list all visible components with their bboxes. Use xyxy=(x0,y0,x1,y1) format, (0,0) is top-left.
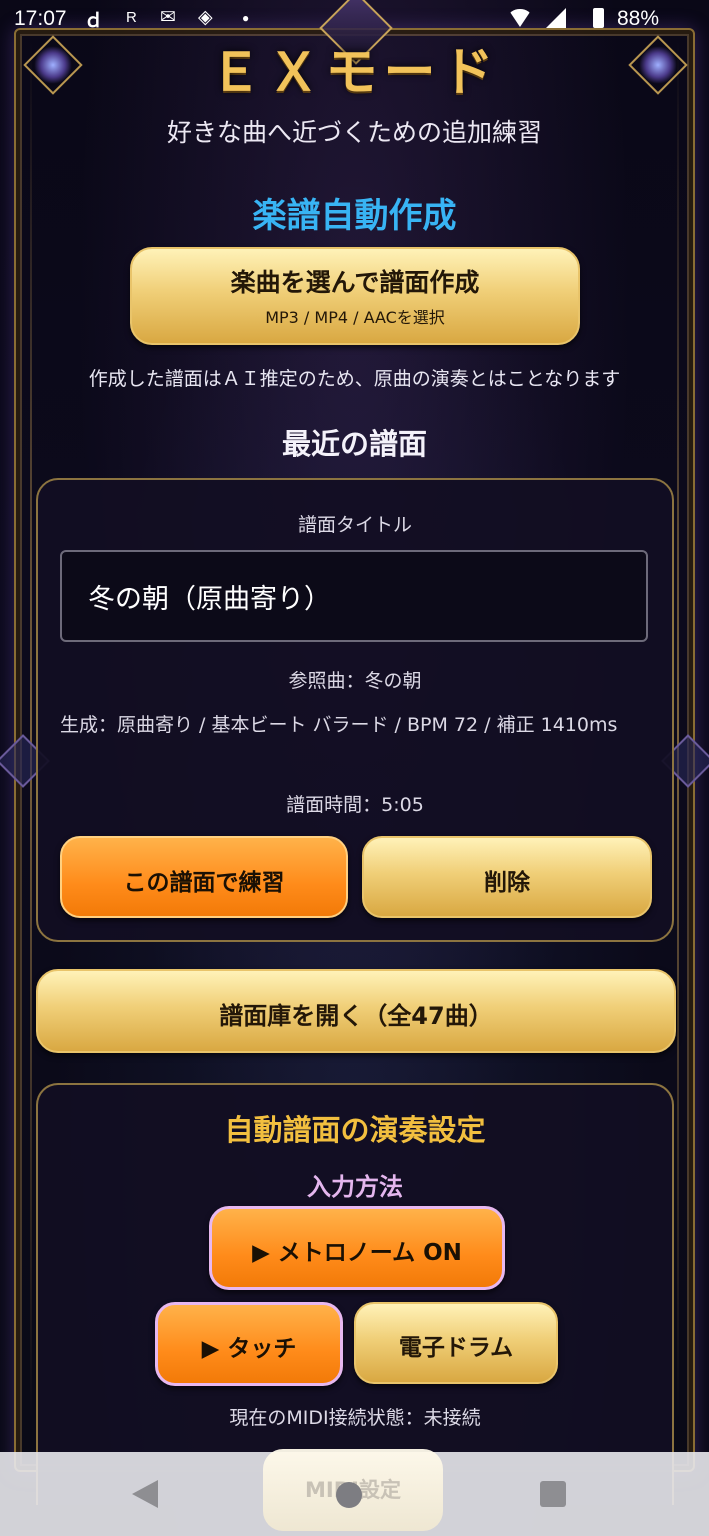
frame-right-line xyxy=(677,40,679,1420)
metronome-button-label: ▶ メトロノーム ON xyxy=(252,1240,462,1266)
r-app-icon: R xyxy=(126,9,137,26)
wifi-icon xyxy=(508,9,532,27)
recent-scores-heading: 最近の譜面 xyxy=(281,427,427,461)
ai-disclaimer: 作成した譜面はＡＩ推定のため、原曲の演奏とはことなります xyxy=(88,368,621,390)
electronic-drum-button[interactable]: 電子ドラム xyxy=(354,1302,558,1384)
status-time: 17:07 xyxy=(14,7,67,30)
battery-percent: 88% xyxy=(616,7,659,30)
mail-icon: ✉ xyxy=(160,7,176,28)
drum-button-label: 電子ドラム xyxy=(398,1335,514,1361)
play-settings-heading: 自動譜面の演奏設定 xyxy=(224,1113,486,1147)
practice-with-score-button[interactable]: この譜面で練習 xyxy=(60,836,348,918)
select-song-create-button[interactable]: 楽曲を選んで譜面作成 MP3 / MP4 / AACを選択 xyxy=(130,247,580,345)
recent-score-card: 譜面タイトル 参照曲：冬の朝 生成：原曲寄り / 基本ビート バラード / BP… xyxy=(36,478,674,942)
recent-apps-icon[interactable] xyxy=(540,1481,566,1507)
signal-icon xyxy=(546,8,566,28)
page-subtitle: 好きな曲へ近づくための追加練習 xyxy=(166,118,542,147)
score-duration: 譜面時間：5:05 xyxy=(286,794,424,816)
select-song-create-label: 楽曲を選んで譜面作成 xyxy=(230,268,480,297)
practice-button-label: この譜面で練習 xyxy=(123,870,285,896)
library-button-label: 譜面庫を開く（全47曲） xyxy=(219,1002,493,1030)
diamond-app-icon: ◈ xyxy=(198,7,213,28)
metronome-toggle-button[interactable]: ▶ メトロノーム ON xyxy=(209,1206,505,1290)
auto-create-heading: 楽譜自動作成 xyxy=(252,196,457,236)
touch-button-label: ▶ タッチ xyxy=(201,1336,297,1362)
dot-icon: ● xyxy=(242,11,250,25)
score-title-label: 譜面タイトル xyxy=(297,514,412,536)
play-settings-card: 自動譜面の演奏設定 入力方法 ▶ メトロノーム ON ▶ タッチ 電子ドラム 現… xyxy=(36,1083,674,1505)
frame-left-line xyxy=(30,40,32,1420)
touch-input-button[interactable]: ▶ タッチ xyxy=(155,1302,343,1386)
score-title-input[interactable] xyxy=(60,550,648,642)
file-format-hint: MP3 / MP4 / AACを選択 xyxy=(265,308,445,327)
battery-icon xyxy=(593,8,604,28)
delete-score-button[interactable]: 削除 xyxy=(362,836,652,918)
reference-song: 参照曲：冬の朝 xyxy=(288,670,422,692)
delete-button-label: 削除 xyxy=(484,870,530,896)
page-title: ＥＸモード xyxy=(209,43,500,103)
back-icon[interactable] xyxy=(132,1480,158,1508)
home-icon[interactable] xyxy=(336,1482,362,1508)
input-method-label: 入力方法 xyxy=(307,1173,403,1201)
open-score-library-button[interactable]: 譜面庫を開く（全47曲） xyxy=(36,969,676,1053)
d-app-icon: ｄ xyxy=(84,11,104,32)
midi-connection-status: 現在のMIDI接続状態：未接続 xyxy=(229,1407,481,1429)
generation-info: 生成：原曲寄り / 基本ビート バラード / BPM 72 / 補正 1410m… xyxy=(60,714,618,736)
